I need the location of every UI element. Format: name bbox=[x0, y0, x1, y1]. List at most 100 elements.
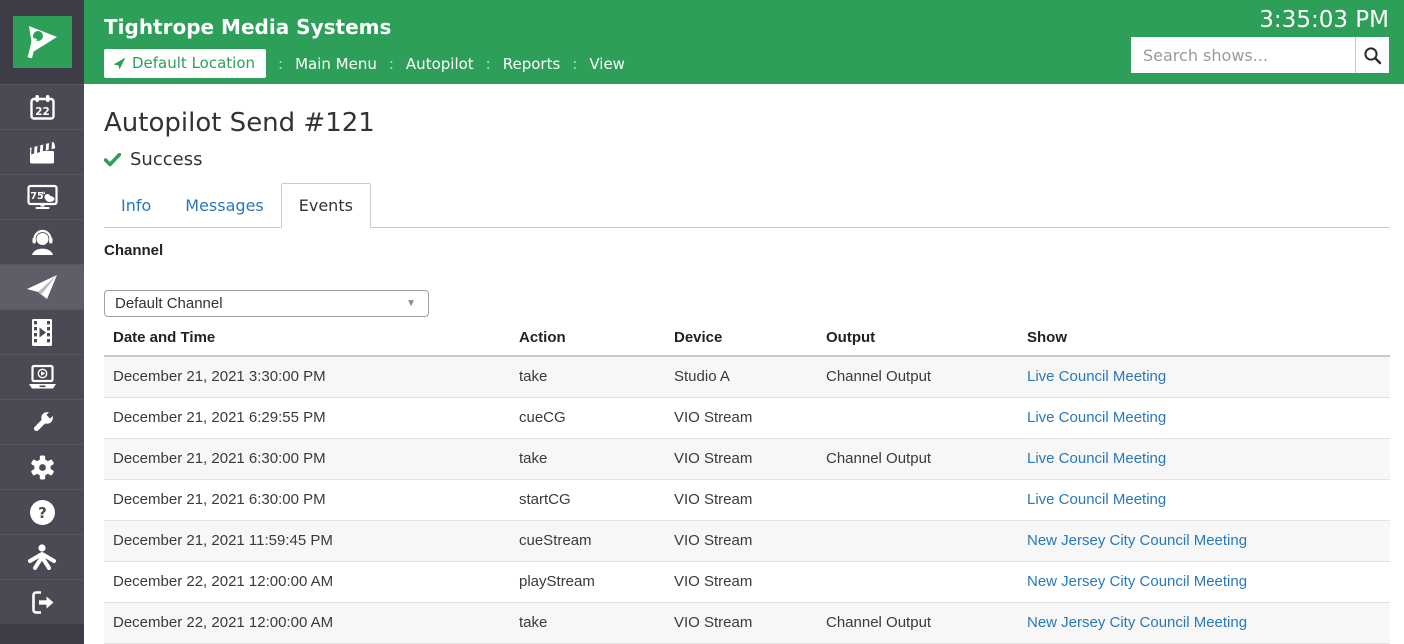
tab-info[interactable]: Info bbox=[104, 183, 168, 227]
cell-action: cueStream bbox=[510, 520, 665, 561]
logo-area[interactable] bbox=[0, 0, 84, 84]
headset-person-icon bbox=[29, 228, 56, 256]
check-icon bbox=[104, 153, 121, 167]
breadcrumb-separator: : bbox=[389, 55, 394, 73]
location-label: Default Location bbox=[132, 54, 255, 72]
sidebar-item-autopilot[interactable] bbox=[0, 264, 84, 309]
table-row: December 22, 2021 12:00:00 AM take VIO S… bbox=[104, 602, 1390, 643]
sidebar-item-tightrope[interactable] bbox=[0, 534, 84, 579]
show-link[interactable]: Live Council Meeting bbox=[1027, 491, 1166, 508]
logout-icon bbox=[29, 589, 56, 616]
table-row: December 21, 2021 6:30:00 PM startCG VIO… bbox=[104, 479, 1390, 520]
show-link[interactable]: Live Council Meeting bbox=[1027, 368, 1166, 385]
cell-device: VIO Stream bbox=[665, 438, 817, 479]
channel-label: Channel bbox=[104, 242, 1390, 259]
search-bar bbox=[1131, 37, 1389, 73]
column-date-time: Date and Time bbox=[104, 320, 510, 356]
cell-output bbox=[817, 479, 1018, 520]
table-header-row: Date and Time Action Device Output Show bbox=[104, 320, 1390, 356]
wrench-icon bbox=[29, 409, 56, 436]
breadcrumb-autopilot[interactable]: Autopilot bbox=[406, 55, 474, 73]
laptop-play-icon bbox=[27, 364, 58, 391]
breadcrumb-separator: : bbox=[278, 55, 283, 73]
sidebar: 22 75 bbox=[0, 0, 84, 644]
sidebar-item-screens[interactable] bbox=[0, 354, 84, 399]
breadcrumb-view[interactable]: View bbox=[589, 55, 625, 73]
calendar-icon: 22 bbox=[29, 94, 56, 121]
column-device: Device bbox=[665, 320, 817, 356]
cell-output bbox=[817, 520, 1018, 561]
search-button[interactable] bbox=[1355, 37, 1389, 73]
events-table: Date and Time Action Device Output Show … bbox=[104, 320, 1390, 644]
tightrope-walker-icon bbox=[27, 544, 57, 570]
gear-icon bbox=[29, 454, 56, 481]
main-content: Autopilot Send #121 Success Info Message… bbox=[84, 84, 1404, 644]
show-link[interactable]: Live Council Meeting bbox=[1027, 450, 1166, 467]
chevron-down-icon: ▼ bbox=[406, 298, 416, 309]
tab-bar: Info Messages Events bbox=[104, 183, 1390, 228]
help-icon: ? bbox=[29, 499, 56, 526]
cell-action: take bbox=[510, 356, 665, 397]
column-show: Show bbox=[1018, 320, 1390, 356]
table-row: December 21, 2021 11:59:45 PM cueStream … bbox=[104, 520, 1390, 561]
cell-action: take bbox=[510, 602, 665, 643]
breadcrumb-separator: : bbox=[486, 55, 491, 73]
cell-action: cueCG bbox=[510, 397, 665, 438]
cell-datetime: December 21, 2021 6:29:55 PM bbox=[104, 397, 510, 438]
cell-device: VIO Stream bbox=[665, 479, 817, 520]
table-row: December 22, 2021 12:00:00 AM playStream… bbox=[104, 561, 1390, 602]
sidebar-item-logout[interactable] bbox=[0, 579, 84, 624]
cell-device: Studio A bbox=[665, 356, 817, 397]
sidebar-item-shows[interactable] bbox=[0, 129, 84, 174]
show-link[interactable]: New Jersey City Council Meeting bbox=[1027, 614, 1247, 631]
cell-action: startCG bbox=[510, 479, 665, 520]
sidebar-item-help[interactable]: ? bbox=[0, 489, 84, 534]
column-output: Output bbox=[817, 320, 1018, 356]
cell-datetime: December 22, 2021 12:00:00 AM bbox=[104, 561, 510, 602]
sidebar-item-live[interactable] bbox=[0, 219, 84, 264]
search-input[interactable] bbox=[1131, 37, 1355, 73]
channel-dropdown-value: Default Channel bbox=[115, 295, 223, 312]
breadcrumb-main-menu[interactable]: Main Menu bbox=[295, 55, 377, 73]
location-selector[interactable]: Default Location bbox=[104, 49, 266, 78]
svg-text:?: ? bbox=[38, 504, 47, 522]
sidebar-item-settings[interactable] bbox=[0, 444, 84, 489]
cell-action: playStream bbox=[510, 561, 665, 602]
cablecast-flag-icon bbox=[13, 16, 72, 68]
show-link[interactable]: New Jersey City Council Meeting bbox=[1027, 532, 1247, 549]
clock: 3:35:03 PM bbox=[1259, 7, 1389, 33]
sidebar-item-schedule[interactable]: 22 bbox=[0, 84, 84, 129]
app-title: Tightrope Media Systems bbox=[104, 15, 391, 39]
cell-output bbox=[817, 561, 1018, 602]
cell-device: VIO Stream bbox=[665, 397, 817, 438]
cell-output: Channel Output bbox=[817, 356, 1018, 397]
table-row: December 21, 2021 6:29:55 PM cueCG VIO S… bbox=[104, 397, 1390, 438]
table-row: December 21, 2021 6:30:00 PM take VIO St… bbox=[104, 438, 1390, 479]
film-strip-play-icon bbox=[30, 318, 54, 347]
cell-output bbox=[817, 397, 1018, 438]
column-action: Action bbox=[510, 320, 665, 356]
status-row: Success bbox=[104, 149, 1390, 170]
svg-text:22: 22 bbox=[35, 106, 50, 118]
tab-messages[interactable]: Messages bbox=[168, 183, 280, 227]
channel-dropdown[interactable]: Default Channel ▼ bbox=[104, 290, 429, 317]
breadcrumb-reports[interactable]: Reports bbox=[503, 55, 561, 73]
cell-datetime: December 21, 2021 11:59:45 PM bbox=[104, 520, 510, 561]
cell-output: Channel Output bbox=[817, 438, 1018, 479]
cell-datetime: December 21, 2021 3:30:00 PM bbox=[104, 356, 510, 397]
svg-text:75: 75 bbox=[30, 191, 43, 202]
weather-display-icon: 75 bbox=[27, 184, 58, 211]
navigation-arrow-icon bbox=[113, 57, 126, 70]
show-link[interactable]: New Jersey City Council Meeting bbox=[1027, 573, 1247, 590]
cell-action: take bbox=[510, 438, 665, 479]
cell-datetime: December 21, 2021 6:30:00 PM bbox=[104, 438, 510, 479]
sidebar-item-tools[interactable] bbox=[0, 399, 84, 444]
tab-events[interactable]: Events bbox=[281, 183, 371, 228]
sidebar-item-media[interactable] bbox=[0, 309, 84, 354]
sidebar-item-carousel[interactable]: 75 bbox=[0, 174, 84, 219]
top-header-bar: Tightrope Media Systems Default Location… bbox=[84, 0, 1404, 84]
cell-device: VIO Stream bbox=[665, 561, 817, 602]
show-link[interactable]: Live Council Meeting bbox=[1027, 409, 1166, 426]
table-row: December 21, 2021 3:30:00 PM take Studio… bbox=[104, 356, 1390, 397]
cell-output: Channel Output bbox=[817, 602, 1018, 643]
